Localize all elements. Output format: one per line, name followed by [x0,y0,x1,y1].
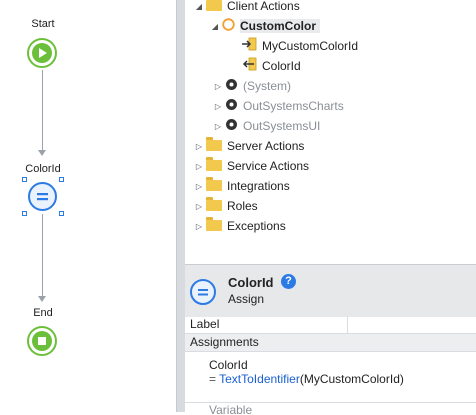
assignments-section-header[interactable]: Assignments [185,334,476,352]
expand-arrow-icon[interactable]: ▷ [213,77,223,97]
end-node[interactable] [27,326,57,356]
module-reference-icon [225,117,238,137]
tree-item-label: Roles [227,199,258,213]
tree-item-outsystems-charts[interactable]: ▷ OutSystemsCharts [213,96,344,116]
flow-connector[interactable] [42,70,43,150]
play-icon [32,43,52,63]
tree-item-outsystems-ui[interactable]: ▷ OutSystemsUI [213,116,320,136]
connector-arrow [38,150,46,156]
tree-item-label: OutSystemsUI [243,119,321,133]
next-variable-field[interactable]: Variable [185,403,476,415]
assign-node-label: ColorId [25,163,61,175]
module-reference-icon [225,77,238,97]
assignment-function: TextToIdentifier [219,372,300,386]
assign-icon [190,279,216,305]
flow-canvas[interactable]: Start ColorId End [0,0,90,412]
tree-item-client-actions[interactable]: ◢ Client Actions [194,0,300,16]
folder-icon [206,157,222,172]
folder-icon [206,217,222,232]
properties-title: ColorId [228,275,274,290]
assign-node[interactable] [28,182,57,211]
output-parameter-icon [241,57,257,77]
input-parameter-icon [241,37,257,57]
assignment-variable[interactable]: ColorId [209,358,476,372]
expand-arrow-icon[interactable]: ▷ [213,97,223,117]
tree-item-label: Integrations [227,179,290,193]
label-row: Label [185,316,476,334]
properties-header: ColorId ? Assign [185,264,476,317]
tree-item-label: Server Actions [227,139,305,153]
expand-arrow-icon[interactable]: ▷ [194,217,204,237]
tree-item-label: CustomColor [240,19,320,33]
properties-table: Label Assignments ColorId = TextToIdenti… [185,316,476,415]
tree-item-label: Exceptions [227,219,286,233]
tree-item-label: MyCustomColorId [262,39,359,53]
tree-item-label: OutSystemsCharts [243,99,344,113]
tree-item-custom-color[interactable]: ◢ CustomColor [210,16,320,36]
selection-handle[interactable] [59,211,64,216]
assign-icon [37,193,48,201]
start-node-label: Start [31,18,55,30]
expand-arrow-icon[interactable]: ▷ [194,157,204,177]
tree-item-exceptions[interactable]: ▷ Exceptions [194,216,286,236]
help-icon[interactable]: ? [281,274,296,289]
end-node-label: End [33,307,53,319]
tree-item-service-actions[interactable]: ▷ Service Actions [194,156,309,176]
label-field-name: Label [190,317,220,331]
folder-icon [206,177,222,192]
expand-arrow-icon[interactable]: ▷ [194,197,204,217]
client-action-icon [222,17,235,37]
expand-arrow-icon[interactable]: ◢ [210,17,220,37]
tree-item-label: (System) [243,79,291,93]
connector-arrow [38,296,46,302]
tree-item-label: ColorId [262,59,301,73]
expand-arrow-icon[interactable]: ▷ [194,137,204,157]
start-node[interactable] [27,38,57,68]
module-reference-icon [225,97,238,117]
expand-arrow-icon[interactable]: ▷ [213,117,223,137]
selection-handle[interactable] [59,177,64,182]
tree-item-server-actions[interactable]: ▷ Server Actions [194,136,304,156]
folder-icon [206,197,222,212]
panel-splitter[interactable] [176,0,185,412]
label-field-input[interactable] [347,316,476,333]
assignment-expression[interactable]: = TextToIdentifier(MyCustomColorId) [209,372,476,386]
tree-item-label: Service Actions [227,159,310,173]
tree-item-system[interactable]: ▷ (System) [213,76,291,96]
properties-subtitle: Assign [228,292,265,306]
stop-icon [32,331,52,351]
tree-item-integrations[interactable]: ▷ Integrations [194,176,290,196]
expand-arrow-icon[interactable]: ▷ [194,177,204,197]
tree-item-input-parameter[interactable]: MyCustomColorId [241,36,358,56]
selection-handle[interactable] [22,211,27,216]
flow-connector[interactable] [42,214,43,296]
assignment-arguments: (MyCustomColorId) [299,372,404,386]
assignment-equals: = [209,372,220,386]
folder-icon [206,137,222,152]
assignment-item[interactable]: ColorId = TextToIdentifier(MyCustomColor… [185,352,476,402]
tree-item-output-parameter[interactable]: ColorId [241,56,301,76]
tree-item-label: Client Actions [227,0,300,13]
selection-handle[interactable] [22,177,27,182]
tree-item-roles[interactable]: ▷ Roles [194,196,258,216]
expand-arrow-icon[interactable]: ◢ [194,0,204,17]
folder-icon [206,0,222,12]
